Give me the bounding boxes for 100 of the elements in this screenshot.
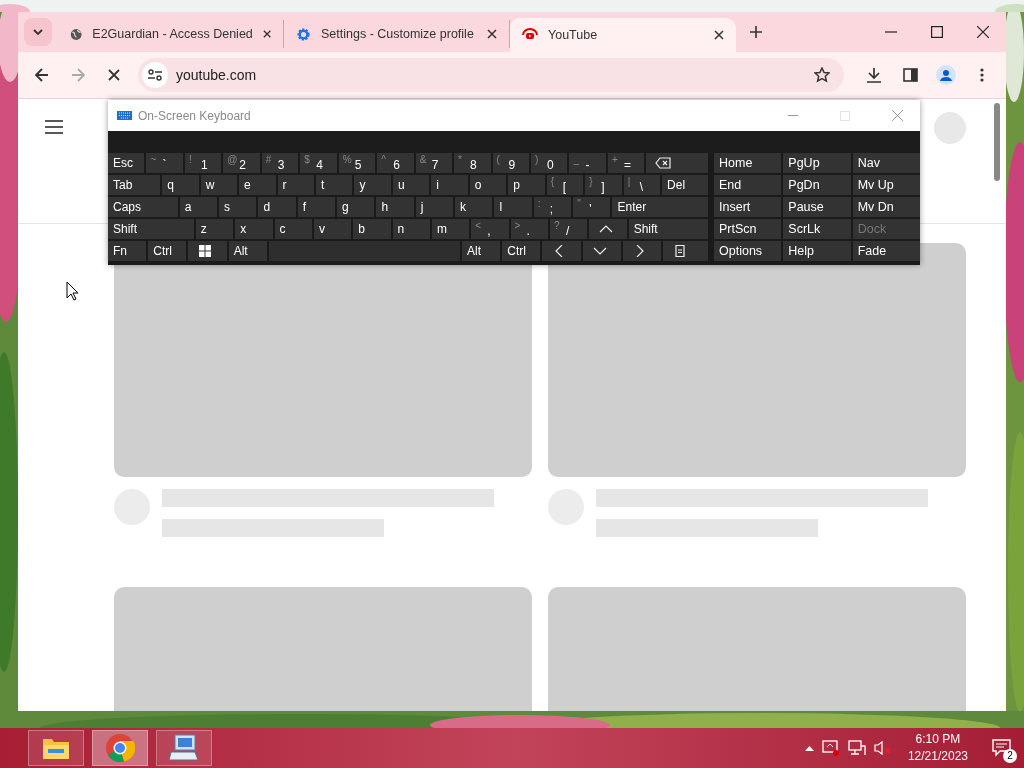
key[interactable]: e [239, 175, 276, 195]
key[interactable]: Ctrl [502, 241, 541, 261]
key[interactable]: m [431, 219, 470, 239]
key[interactable]: Shift [108, 219, 194, 239]
key[interactable]: PgDn [783, 175, 851, 195]
key[interactable]: ^ 6 [377, 153, 414, 173]
browser-tab[interactable]: YouTube [510, 18, 736, 52]
key[interactable]: f [297, 197, 336, 217]
notifications-button[interactable]: 2 [984, 730, 1020, 766]
key[interactable]: t [316, 175, 353, 195]
key[interactable]: a [179, 197, 218, 217]
chevron-up-icon[interactable] [804, 745, 814, 751]
key[interactable]: ! 1 [184, 153, 222, 173]
key[interactable]: ~ ` [146, 153, 183, 173]
key[interactable]: End [714, 175, 782, 195]
key[interactable]: { [ [546, 175, 584, 195]
key[interactable]: u [392, 175, 430, 195]
taskbar-app-button[interactable] [28, 730, 84, 766]
minimize-icon [885, 31, 897, 33]
key[interactable]: g [337, 197, 375, 217]
key[interactable]: + = [607, 153, 645, 173]
key[interactable] [188, 241, 227, 261]
key[interactable]: x [235, 219, 273, 239]
close-icon[interactable] [262, 29, 271, 39]
key[interactable]: q [162, 175, 199, 195]
star-icon[interactable] [814, 67, 830, 83]
key[interactable]: " ' [573, 197, 611, 217]
key[interactable]: Ctrl [148, 241, 187, 261]
tab-search-button[interactable] [24, 18, 52, 46]
key[interactable] [663, 241, 709, 261]
key[interactable]: ) 0 [531, 153, 568, 173]
taskbar-app-button[interactable] [156, 730, 212, 766]
key[interactable]: i [431, 175, 468, 195]
key[interactable]: ScrLk [783, 219, 851, 239]
key[interactable]: Alt [228, 241, 267, 261]
key[interactable]: | \ [623, 175, 661, 195]
key[interactable]: Mv Dn [852, 197, 920, 217]
key[interactable]: Del [662, 175, 708, 195]
key[interactable]: ( 9 [492, 153, 529, 173]
site-info-button[interactable] [142, 62, 168, 88]
close-icon[interactable] [487, 29, 497, 39]
key[interactable]: o [469, 175, 507, 195]
key[interactable]: Tab [108, 175, 161, 195]
key[interactable]: Pause [783, 197, 851, 217]
key[interactable]: r [277, 175, 314, 195]
scrollbar-thumb[interactable] [994, 103, 1000, 181]
key[interactable]: Insert [714, 197, 782, 217]
key[interactable]: Fn [108, 241, 147, 261]
key[interactable]: z [195, 219, 234, 239]
maximize-icon [840, 110, 850, 121]
key[interactable]: y [354, 175, 391, 195]
key[interactable]: PrtScn [714, 219, 782, 239]
key[interactable]: j [415, 197, 454, 217]
forward-arrow-icon [71, 68, 85, 82]
key[interactable]: b [353, 219, 391, 239]
key[interactable]: ? / [549, 219, 588, 239]
key[interactable]: : ; [533, 197, 572, 217]
key[interactable]: @2 [223, 153, 260, 173]
key[interactable]: Esc [108, 153, 145, 173]
network-icon[interactable] [847, 740, 866, 756]
key[interactable]: < , [471, 219, 509, 239]
key[interactable]: $ 4 [300, 153, 337, 173]
key[interactable]: k [455, 197, 493, 217]
key[interactable]: s [219, 197, 257, 217]
key[interactable]: p [508, 175, 545, 195]
taskbar-app-button[interactable] [92, 730, 148, 766]
computer-alert-icon[interactable] [821, 740, 840, 756]
key[interactable]: Mv Up [852, 175, 920, 195]
key[interactable]: v [313, 219, 352, 239]
key[interactable]: > . [510, 219, 548, 239]
clock-button[interactable]: 6:10 PM 12/21/2023 [899, 731, 976, 765]
key[interactable]: c [274, 219, 312, 239]
key[interactable]: l [494, 197, 532, 217]
key[interactable]: % 5 [338, 153, 376, 173]
key[interactable]: _ - [569, 153, 606, 173]
key[interactable]: # 3 [261, 153, 299, 173]
key[interactable]: Enter [612, 197, 709, 217]
key[interactable]: Help [783, 241, 851, 261]
key[interactable]: & 7 [415, 153, 453, 173]
key[interactable]: Nav [852, 153, 920, 173]
key[interactable]: Shift [628, 219, 709, 239]
menu-icon[interactable] [45, 120, 63, 134]
key[interactable]: Fade [852, 241, 920, 261]
key[interactable]: n [392, 219, 430, 239]
side-panel-icon [902, 68, 918, 82]
close-icon[interactable] [714, 30, 724, 40]
address-bar[interactable]: youtube.com [138, 58, 844, 92]
key[interactable]: Home [714, 153, 782, 173]
speaker-muted-icon[interactable] [873, 740, 892, 756]
key[interactable]: d [258, 197, 296, 217]
browser-tab[interactable]: E2Guardian - Access Denied [58, 20, 284, 48]
key[interactable]: Caps [108, 197, 178, 217]
key[interactable]: Options [714, 241, 782, 261]
key[interactable]: w [200, 175, 238, 195]
key[interactable]: * 8 [454, 153, 491, 173]
more-icon [980, 68, 984, 82]
key[interactable]: PgUp [783, 153, 851, 173]
key[interactable]: Alt [462, 241, 501, 261]
key[interactable]: } ] [585, 175, 622, 195]
key[interactable]: h [376, 197, 414, 217]
